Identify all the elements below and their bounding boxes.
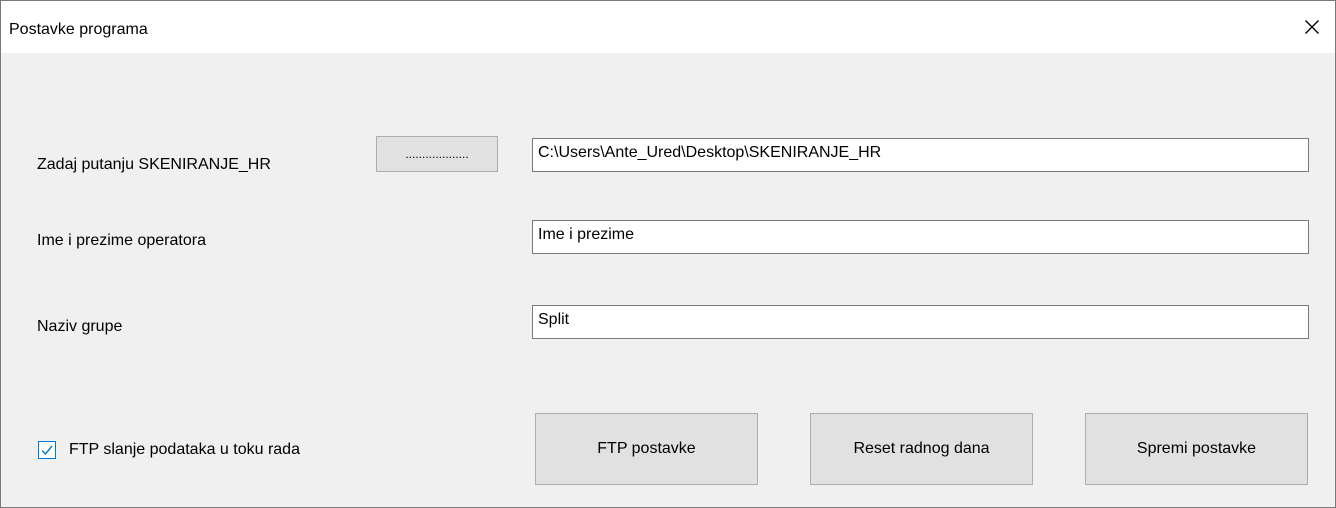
browse-button[interactable]: ...................	[376, 136, 498, 172]
reset-day-button[interactable]: Reset radnog dana	[810, 413, 1033, 485]
save-settings-button[interactable]: Spremi postavke	[1085, 413, 1308, 485]
group-name-input[interactable]: Split	[532, 305, 1309, 339]
operator-label: Ime i prezime operatora	[37, 232, 206, 249]
checkbox-box[interactable]	[38, 441, 56, 459]
window-title: Postavke programa	[9, 21, 148, 38]
path-label: Zadaj putanju SKENIRANJE_HR	[37, 156, 271, 173]
ftp-checkbox[interactable]: FTP slanje podataka u toku rada	[38, 440, 300, 460]
ftp-checkbox-label: FTP slanje podataka u toku rada	[69, 441, 300, 458]
title-bar: Postavke programa	[1, 1, 1335, 53]
path-input[interactable]: C:\Users\Ante_Ured\Desktop\SKENIRANJE_HR	[532, 138, 1309, 172]
ftp-settings-button[interactable]: FTP postavke	[535, 413, 758, 485]
close-button[interactable]	[1289, 1, 1335, 53]
close-icon	[1304, 19, 1320, 35]
checkmark-icon	[41, 445, 53, 456]
settings-window: Postavke programa Zadaj putanju SKENIRAN…	[0, 0, 1336, 508]
operator-name-input[interactable]: Ime i prezime	[532, 220, 1309, 254]
group-label: Naziv grupe	[37, 318, 123, 335]
